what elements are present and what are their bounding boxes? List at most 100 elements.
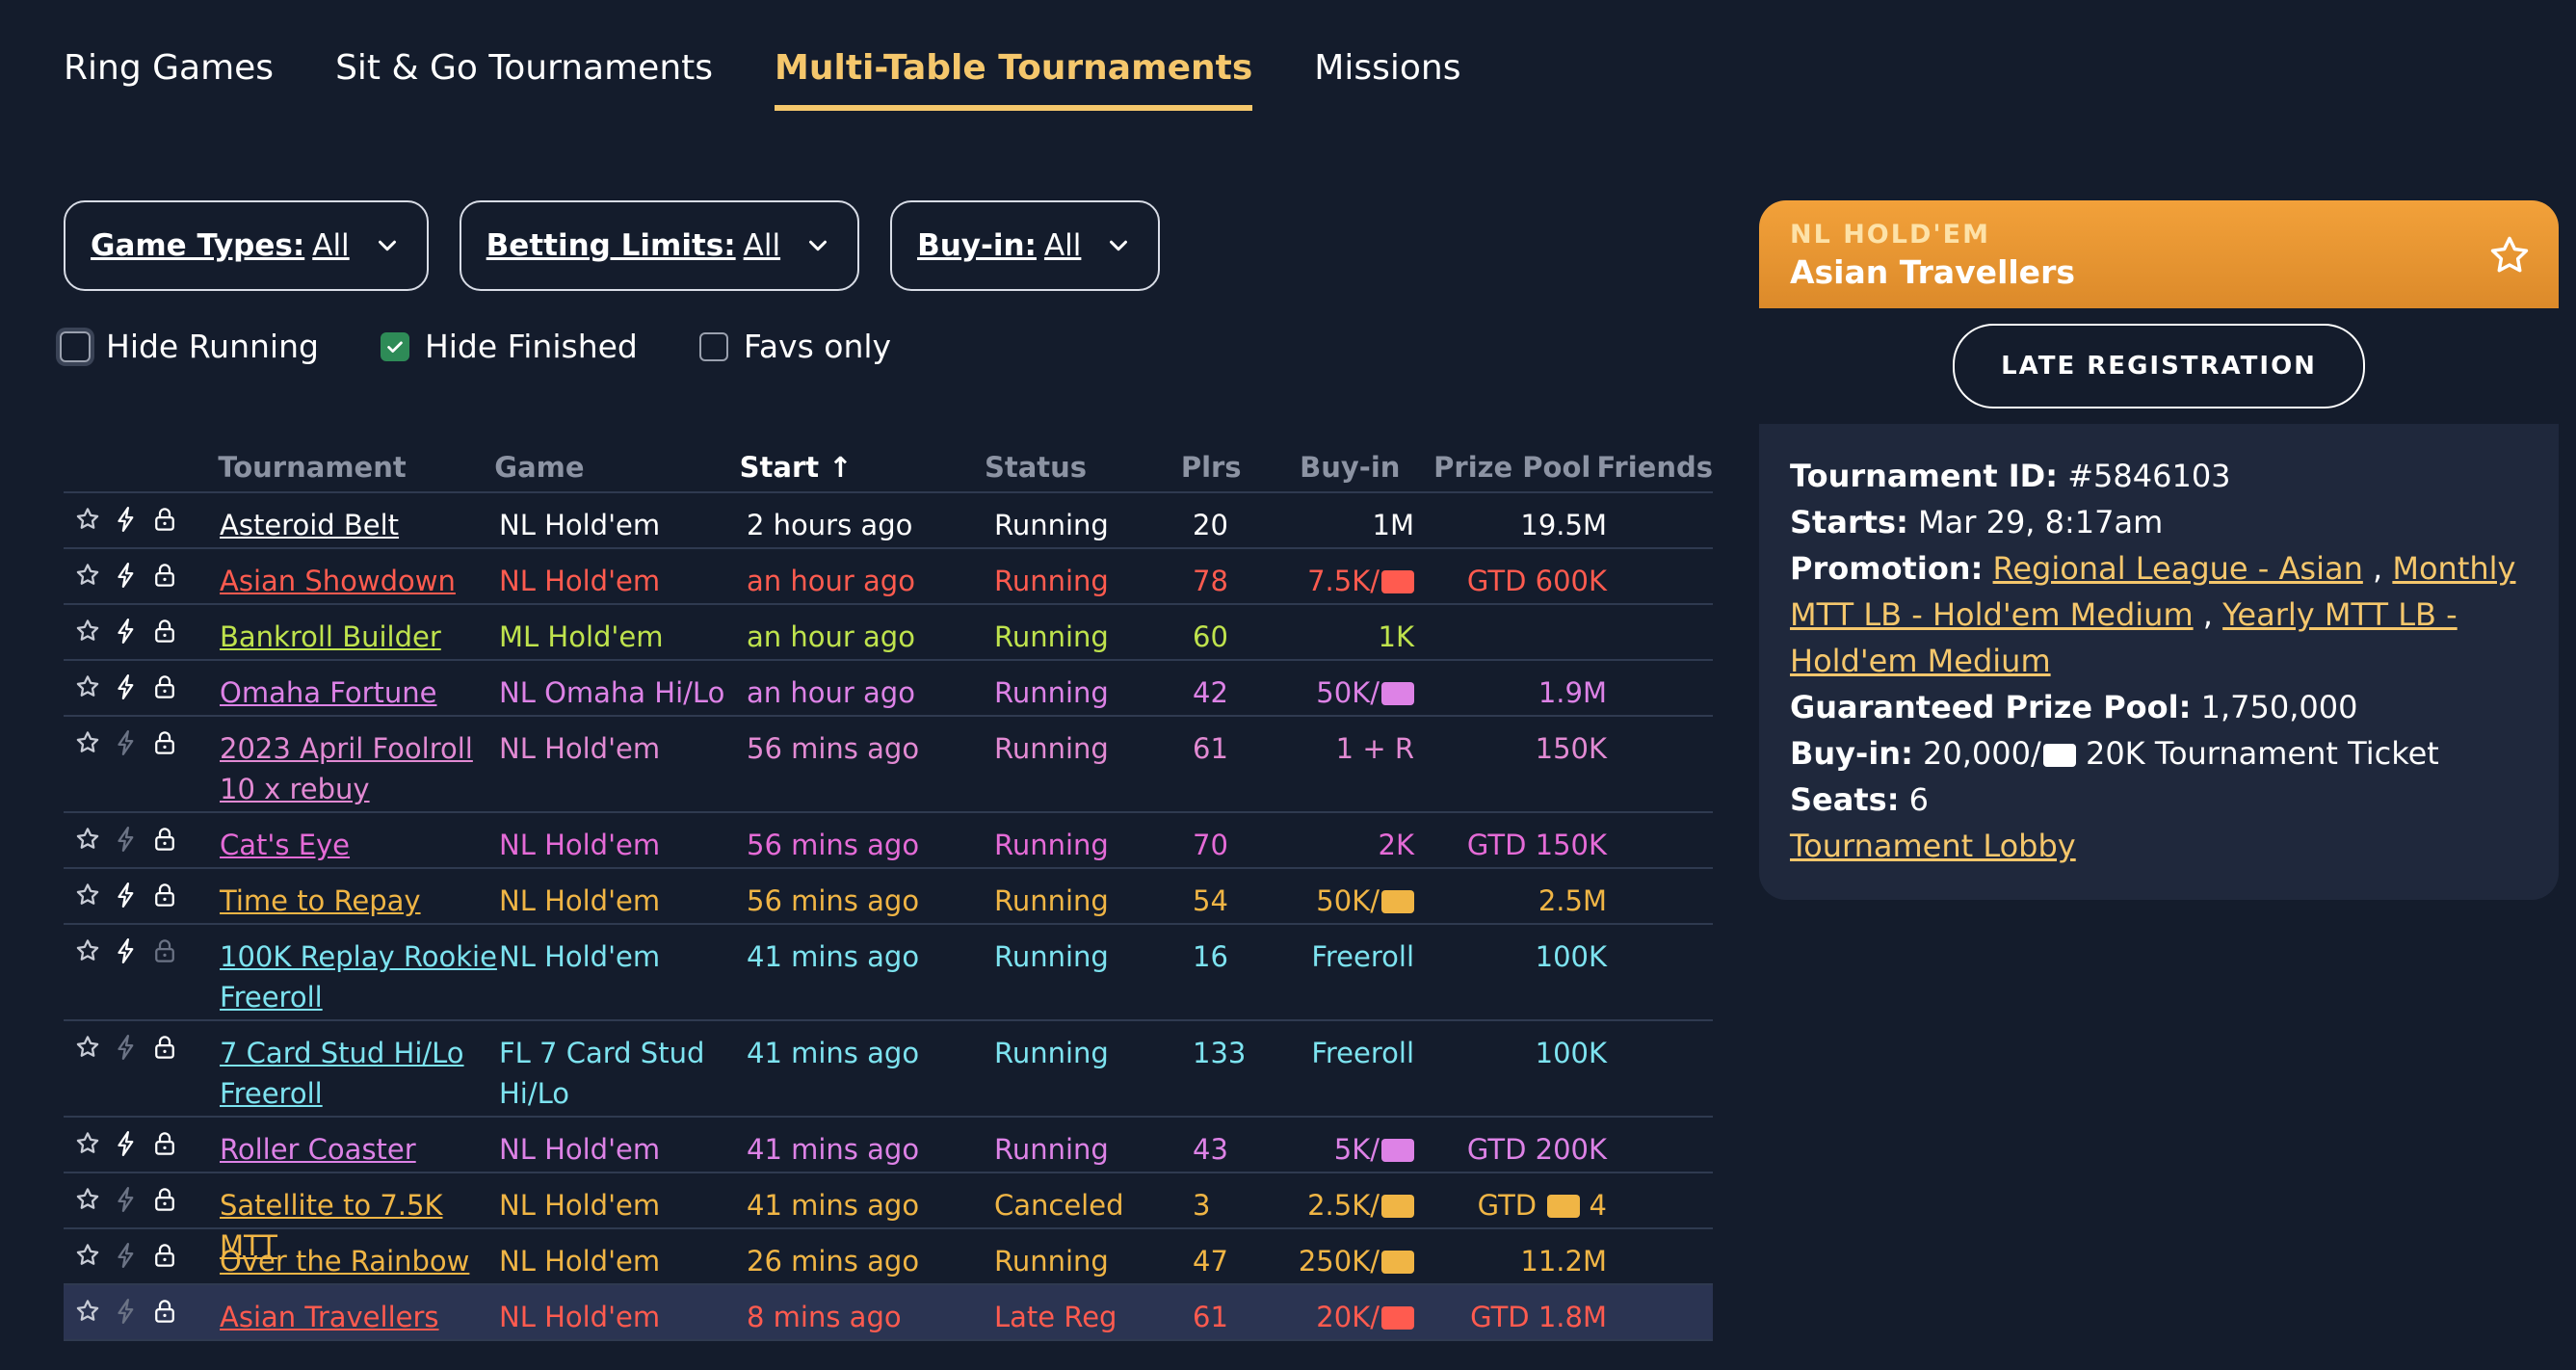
- game-cell: NL Hold'em: [499, 1245, 661, 1278]
- tournament-name-cell: Bankroll Builder: [220, 605, 499, 657]
- header-prize-pool[interactable]: Prize Pool: [1400, 451, 1590, 484]
- header-status[interactable]: Status: [985, 451, 1181, 484]
- favorite-star-icon[interactable]: [73, 726, 112, 761]
- header-friends[interactable]: Friends: [1590, 451, 1713, 484]
- table-row[interactable]: Roller Coaster NL Hold'em 41 mins ago Runni…: [64, 1118, 1713, 1173]
- table-row[interactable]: 2023 April Foolroll 10 x rebuy NL Hold'em…: [64, 717, 1713, 813]
- table-row[interactable]: Over the Rainbow NL Hold'em 26 mins ago Run…: [64, 1229, 1713, 1285]
- checkbox-box[interactable]: [698, 331, 728, 361]
- buy-in-amount: 7.5K/: [1307, 565, 1380, 597]
- buy-in-dropdown[interactable]: Buy-in: All: [890, 200, 1161, 291]
- promotion-line: Promotion: Regional League - Asian , Mon…: [1790, 550, 2516, 679]
- chevron-down-icon: [378, 240, 396, 251]
- ticket-icon: [1381, 682, 1414, 705]
- seats-value: 6: [1908, 781, 1930, 818]
- checkbox-box[interactable]: [380, 331, 409, 361]
- tournament-link[interactable]: Asian Travellers: [220, 1297, 499, 1337]
- tab-sit-and-go[interactable]: Sit & Go Tournaments: [335, 48, 713, 111]
- table-body: Asteroid Belt NL Hold'em 2 hours ago Runnin…: [64, 493, 1713, 1341]
- prize-pool-cell: GTD 4: [1414, 1173, 1607, 1225]
- tournament-link[interactable]: Asian Showdown: [220, 561, 499, 601]
- promotion-link[interactable]: Regional League - Asian: [1993, 550, 2363, 587]
- favorite-star-icon[interactable]: [73, 1239, 112, 1274]
- table-row[interactable]: Asian Showdown NL Hold'em an hour ago Runni…: [64, 549, 1713, 605]
- favs-only-checkbox[interactable]: Favs only: [698, 328, 891, 365]
- hide-finished-checkbox[interactable]: Hide Finished: [380, 328, 638, 365]
- players-cell: 133: [1193, 1037, 1247, 1069]
- tournament-lobby-link[interactable]: Tournament Lobby: [1790, 828, 2076, 864]
- tournament-link[interactable]: Omaha Fortune: [220, 672, 499, 713]
- table-row[interactable]: 100K Replay Rookie Freeroll NL Hold'em 41 …: [64, 925, 1713, 1021]
- table-row[interactable]: 7 Card Stud Hi/Lo Freeroll FL 7 Card Stud…: [64, 1021, 1713, 1118]
- row-icons: [64, 605, 220, 649]
- table-row[interactable]: Asteroid Belt NL Hold'em 2 hours ago Runnin…: [64, 493, 1713, 549]
- table-row[interactable]: Bankroll Builder ML Hold'em an hour ago Run…: [64, 605, 1713, 661]
- tournament-name-cell: Asian Showdown: [220, 549, 499, 601]
- row-icons: [64, 869, 220, 913]
- tab-multi-table-tournaments[interactable]: Multi-Table Tournaments: [775, 48, 1253, 111]
- table-row[interactable]: Omaha Fortune NL Omaha Hi/Lo an hour ago Ru…: [64, 661, 1713, 717]
- ticket-icon: [1547, 1195, 1581, 1218]
- buy-in-detail-label: Buy-in:: [1790, 735, 1913, 772]
- checkmark-icon: [387, 341, 403, 353]
- game-types-dropdown[interactable]: Game Types: All: [64, 200, 429, 291]
- tournament-link[interactable]: Bankroll Builder: [220, 617, 499, 657]
- prize-pool-cell: 100K: [1414, 1021, 1607, 1073]
- start-cell: 8 mins ago: [747, 1301, 902, 1333]
- tab-ring-games[interactable]: Ring Games: [64, 48, 274, 111]
- favorite-star-icon[interactable]: [73, 503, 112, 538]
- table-row[interactable]: Asian Travellers NL Hold'em 8 mins ago Late…: [64, 1285, 1713, 1341]
- header-players[interactable]: Plrs: [1181, 451, 1276, 484]
- game-types-label: Game Types:: [91, 228, 305, 263]
- tournament-link[interactable]: Asteroid Belt: [220, 505, 499, 545]
- betting-limits-dropdown[interactable]: Betting Limits: All: [459, 200, 860, 291]
- status-cell: Running: [994, 509, 1109, 541]
- friends-cell: [1607, 493, 1713, 505]
- tournament-link[interactable]: 100K Replay Rookie Freeroll: [220, 936, 499, 1017]
- friends-cell: [1607, 813, 1713, 825]
- tournament-link[interactable]: Over the Rainbow: [220, 1241, 499, 1281]
- buy-in-cell: 250K/: [1289, 1229, 1414, 1281]
- game-cell: NL Hold'em: [499, 1133, 661, 1166]
- friends-cell: [1607, 1285, 1713, 1297]
- favorite-star-icon[interactable]: [73, 559, 112, 593]
- start-cell: 41 mins ago: [747, 940, 920, 973]
- status-cell: Running: [994, 884, 1109, 917]
- table-row[interactable]: Cat's Eye NL Hold'em 56 mins ago Running 70 2…: [64, 813, 1713, 869]
- favorite-star-icon[interactable]: [73, 1295, 112, 1330]
- checkbox-box[interactable]: [60, 330, 91, 362]
- table-row[interactable]: Time to Repay NL Hold'em 56 mins ago Runnin…: [64, 869, 1713, 925]
- buy-in-detail-value: 20,000/: [1923, 735, 2041, 772]
- players-cell: 20: [1193, 509, 1228, 541]
- header-buy-in[interactable]: Buy-in: [1276, 451, 1400, 484]
- starts-line: Starts: Mar 29, 8:17am: [1790, 499, 2528, 545]
- favorite-star-icon[interactable]: [73, 615, 112, 649]
- start-cell: 41 mins ago: [747, 1189, 920, 1222]
- header-start[interactable]: Start ↑: [740, 451, 985, 484]
- tournament-link[interactable]: 7 Card Stud Hi/Lo Freeroll: [220, 1033, 499, 1114]
- favorite-star-icon[interactable]: [2487, 233, 2532, 277]
- favorite-star-icon[interactable]: [73, 1183, 112, 1218]
- favorite-star-icon[interactable]: [73, 823, 112, 857]
- favorite-star-icon[interactable]: [73, 1127, 112, 1162]
- favorite-star-icon[interactable]: [73, 879, 112, 913]
- header-tournament[interactable]: Tournament: [218, 451, 494, 484]
- tab-missions[interactable]: Missions: [1314, 48, 1460, 111]
- favorite-star-icon[interactable]: [73, 1031, 112, 1066]
- prize-pool-cell: 1.9M: [1414, 661, 1607, 713]
- start-cell: 2 hours ago: [747, 509, 913, 541]
- players-cell: 3: [1193, 1189, 1211, 1222]
- hide-running-checkbox[interactable]: Hide Running: [60, 328, 319, 365]
- lock-icon: [150, 503, 189, 538]
- tournament-link[interactable]: Cat's Eye: [220, 825, 499, 865]
- tournament-name-cell: Time to Repay: [220, 869, 499, 921]
- table-row[interactable]: Satellite to 7.5K MTT NL Hold'em 41 mins a…: [64, 1173, 1713, 1262]
- tournament-link[interactable]: Roller Coaster: [220, 1129, 499, 1170]
- favorite-star-icon[interactable]: [73, 671, 112, 705]
- tournament-link[interactable]: Time to Repay: [220, 881, 499, 921]
- tournament-link[interactable]: 2023 April Foolroll 10 x rebuy: [220, 728, 499, 809]
- favorite-star-icon[interactable]: [73, 935, 112, 969]
- game-cell: NL Hold'em: [499, 940, 661, 973]
- late-registration-button[interactable]: LATE REGISTRATION: [1953, 324, 2365, 408]
- header-game[interactable]: Game: [494, 451, 739, 484]
